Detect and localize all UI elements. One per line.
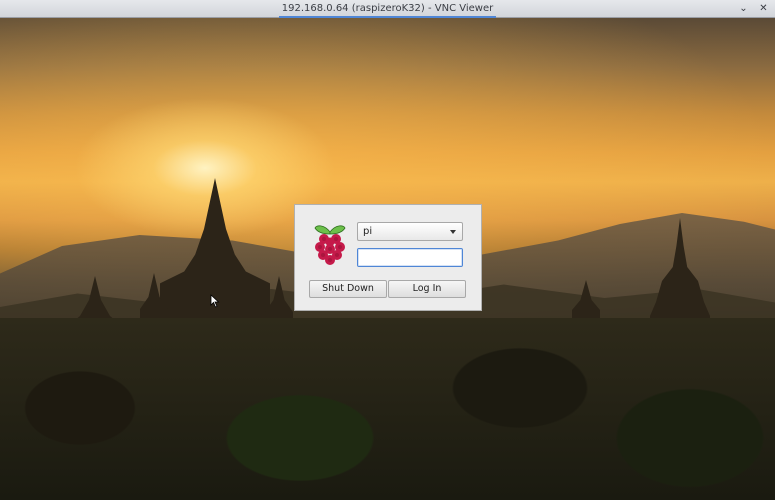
dropdown-arrow-icon (450, 230, 456, 234)
window-titlebar[interactable]: 192.168.0.64 (raspizeroK32) - VNC Viewer… (0, 0, 775, 18)
password-input[interactable] (357, 248, 463, 267)
username-value: pi (363, 226, 373, 237)
shut-down-button[interactable]: Shut Down (309, 280, 387, 298)
log-in-button[interactable]: Log In (388, 280, 466, 298)
raspberry-pi-logo-icon (314, 225, 346, 265)
minimize-icon[interactable]: ⌄ (737, 2, 750, 15)
username-select[interactable]: pi (357, 222, 463, 241)
close-icon[interactable]: ✕ (757, 2, 770, 15)
window-title-container: 192.168.0.64 (raspizeroK32) - VNC Viewer (0, 0, 775, 18)
window-title: 192.168.0.64 (raspizeroK32) - VNC Viewer (278, 2, 497, 18)
wallpaper-trees (0, 318, 775, 500)
mouse-cursor-icon (210, 294, 220, 308)
login-dialog: pi Shut Down Log In (294, 204, 482, 311)
